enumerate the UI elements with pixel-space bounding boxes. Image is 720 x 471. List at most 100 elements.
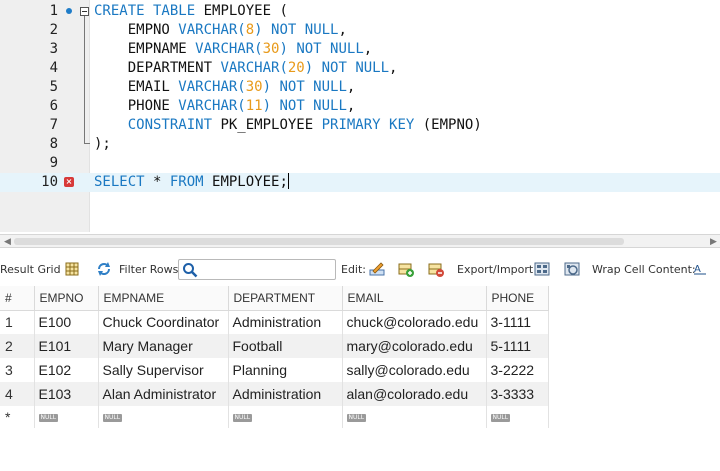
sql-text: , bbox=[346, 98, 356, 114]
result-grid-label[interactable]: Result Grid bbox=[0, 263, 61, 277]
wrap-cell-icon[interactable]: A bbox=[692, 261, 708, 277]
code-line[interactable]: 7 CONSTRAINT PK_EMPLOYEE PRIMARY KEY (EM… bbox=[0, 116, 720, 135]
table-cell[interactable]: mary@colorado.edu bbox=[342, 334, 487, 358]
code-line[interactable]: 2 EMPNO VARCHAR(8) NOT NULL, bbox=[0, 21, 720, 40]
table-cell[interactable]: NULL bbox=[486, 406, 549, 428]
result-grid-icon[interactable] bbox=[64, 261, 80, 277]
new-row[interactable]: * NULL NULL NULL NULL NULL bbox=[0, 406, 549, 428]
code-line[interactable]: 4 DEPARTMENT VARCHAR(20) NOT NULL, bbox=[0, 59, 720, 78]
table-cell[interactable]: 3-3333 bbox=[486, 382, 549, 406]
delete-row-icon[interactable] bbox=[428, 261, 444, 277]
editor-horizontal-scrollbar[interactable]: ◀ ▶ bbox=[0, 234, 720, 248]
table-cell[interactable]: NULL bbox=[342, 406, 487, 428]
fold-toggle-icon[interactable] bbox=[80, 7, 89, 16]
table-row[interactable]: 4 E103 Alan Administrator Administration ala… bbox=[0, 382, 549, 406]
sql-text: EMPLOYEE; bbox=[203, 174, 288, 190]
error-x-icon[interactable]: × bbox=[63, 173, 74, 192]
table-row[interactable]: 2 E101 Mary Manager Football mary@colorado.e… bbox=[0, 334, 549, 358]
table-row[interactable]: 3 E102 Sally Supervisor Planning sally@color… bbox=[0, 358, 549, 382]
table-cell[interactable]: NULL bbox=[228, 406, 343, 428]
statement-dot-icon bbox=[63, 2, 73, 21]
table-cell[interactable]: 3-2222 bbox=[486, 358, 549, 382]
null-badge: NULL bbox=[38, 414, 59, 423]
line-number: 5 bbox=[49, 79, 58, 95]
table-cell[interactable]: E102 bbox=[34, 358, 99, 382]
edit-row-icon[interactable] bbox=[369, 261, 385, 277]
code-line[interactable]: 5 EMAIL VARCHAR(30) NOT NULL, bbox=[0, 78, 720, 97]
filter-rows-input[interactable] bbox=[178, 259, 336, 280]
table-cell[interactable]: Chuck Coordinator bbox=[98, 310, 229, 334]
table-cell[interactable]: E100 bbox=[34, 310, 99, 334]
code-text: ); bbox=[94, 135, 111, 154]
sql-keyword: ) bbox=[262, 98, 272, 114]
sql-text: , bbox=[346, 79, 356, 95]
scrollbar-thumb[interactable] bbox=[14, 238, 624, 245]
add-row-icon[interactable] bbox=[398, 261, 414, 277]
column-header[interactable]: EMPNO bbox=[34, 286, 99, 311]
table-cell[interactable]: Planning bbox=[228, 358, 343, 382]
table-cell[interactable]: Mary Manager bbox=[98, 334, 229, 358]
sql-keyword: FROM bbox=[169, 174, 204, 190]
sql-text: PHONE bbox=[94, 98, 179, 114]
column-header[interactable]: # bbox=[0, 286, 35, 311]
scroll-left-icon[interactable]: ◀ bbox=[4, 237, 11, 247]
table-cell[interactable]: sally@colorado.edu bbox=[342, 358, 487, 382]
import-icon[interactable] bbox=[564, 261, 580, 277]
table-cell[interactable]: Football bbox=[228, 334, 343, 358]
code-line[interactable]: 3 EMPNAME VARCHAR(30) NOT NULL, bbox=[0, 40, 720, 59]
sql-keyword: NOT NULL bbox=[321, 60, 390, 76]
table-cell[interactable]: Alan Administrator bbox=[98, 382, 229, 406]
sql-editor[interactable]: 1 CREATE TABLE EMPLOYEE (2 EMPNO VARCHAR(… bbox=[0, 0, 720, 232]
code-line[interactable]: 10 × SELECT * FROM EMPLOYEE; bbox=[0, 173, 720, 192]
code-line[interactable]: 1 CREATE TABLE EMPLOYEE ( bbox=[0, 2, 720, 21]
line-number: 7 bbox=[49, 117, 58, 133]
table-row[interactable]: 1 E100 Chuck Coordinator Administration chuc… bbox=[0, 310, 549, 334]
sql-text: (EMPNO) bbox=[414, 117, 482, 133]
new-row-marker: * bbox=[0, 406, 35, 428]
table-cell[interactable]: E103 bbox=[34, 382, 99, 406]
export-icon[interactable] bbox=[534, 261, 550, 277]
line-number: 6 bbox=[49, 98, 58, 114]
table-cell[interactable]: alan@colorado.edu bbox=[342, 382, 487, 406]
table-cell[interactable]: chuck@colorado.edu bbox=[342, 310, 487, 334]
sql-keyword: ) bbox=[254, 22, 263, 38]
result-grid[interactable]: # EMPNO EMPNAME DEPARTMENT EMAIL PHONE 1 E100 C… bbox=[0, 286, 720, 428]
table-cell[interactable]: Administration bbox=[228, 310, 343, 334]
row-number: 4 bbox=[0, 382, 35, 406]
sql-text: PK_EMPLOYEE bbox=[212, 117, 322, 133]
code-line[interactable]: 9 bbox=[0, 154, 720, 173]
sql-keyword: VARCHAR( bbox=[178, 79, 246, 95]
sql-keyword: VARCHAR( bbox=[220, 60, 288, 76]
sql-number: 30 bbox=[262, 41, 280, 57]
column-header[interactable]: DEPARTMENT bbox=[228, 286, 343, 311]
row-number: 2 bbox=[0, 334, 35, 358]
sql-keyword: NOT NULL bbox=[296, 41, 364, 57]
line-number: 2 bbox=[49, 22, 58, 38]
line-number: 9 bbox=[49, 155, 58, 171]
table-cell[interactable]: NULL bbox=[98, 406, 229, 428]
code-line[interactable]: 6 PHONE VARCHAR(11) NOT NULL, bbox=[0, 97, 720, 116]
code-text: EMPNAME VARCHAR(30) NOT NULL, bbox=[94, 40, 373, 59]
grid-header-row: # EMPNO EMPNAME DEPARTMENT EMAIL PHONE bbox=[0, 286, 549, 311]
table-cell[interactable]: Administration bbox=[228, 382, 343, 406]
sql-number: 30 bbox=[245, 79, 263, 95]
table-cell[interactable]: E101 bbox=[34, 334, 99, 358]
table-cell[interactable]: 5-1111 bbox=[486, 334, 549, 358]
scroll-right-icon[interactable]: ▶ bbox=[710, 237, 717, 247]
sql-text: , bbox=[389, 60, 398, 76]
table-cell[interactable]: Sally Supervisor bbox=[98, 358, 229, 382]
line-number: 8 bbox=[49, 136, 58, 152]
null-badge: NULL bbox=[346, 414, 367, 423]
column-header[interactable]: EMAIL bbox=[342, 286, 487, 311]
column-header[interactable]: EMPNAME bbox=[98, 286, 229, 311]
column-header[interactable]: PHONE bbox=[486, 286, 549, 311]
refresh-icon[interactable] bbox=[96, 261, 112, 277]
result-toolbar: Result Grid Filter Rows: Edit: Export/Im… bbox=[0, 256, 720, 284]
sql-number: 20 bbox=[287, 60, 305, 76]
table-cell[interactable]: 3-1111 bbox=[486, 310, 549, 334]
table-cell[interactable]: NULL bbox=[34, 406, 99, 428]
code-line[interactable]: 8); bbox=[0, 135, 720, 154]
code-text: CREATE TABLE EMPLOYEE ( bbox=[94, 2, 288, 21]
sql-text: ); bbox=[94, 136, 111, 152]
